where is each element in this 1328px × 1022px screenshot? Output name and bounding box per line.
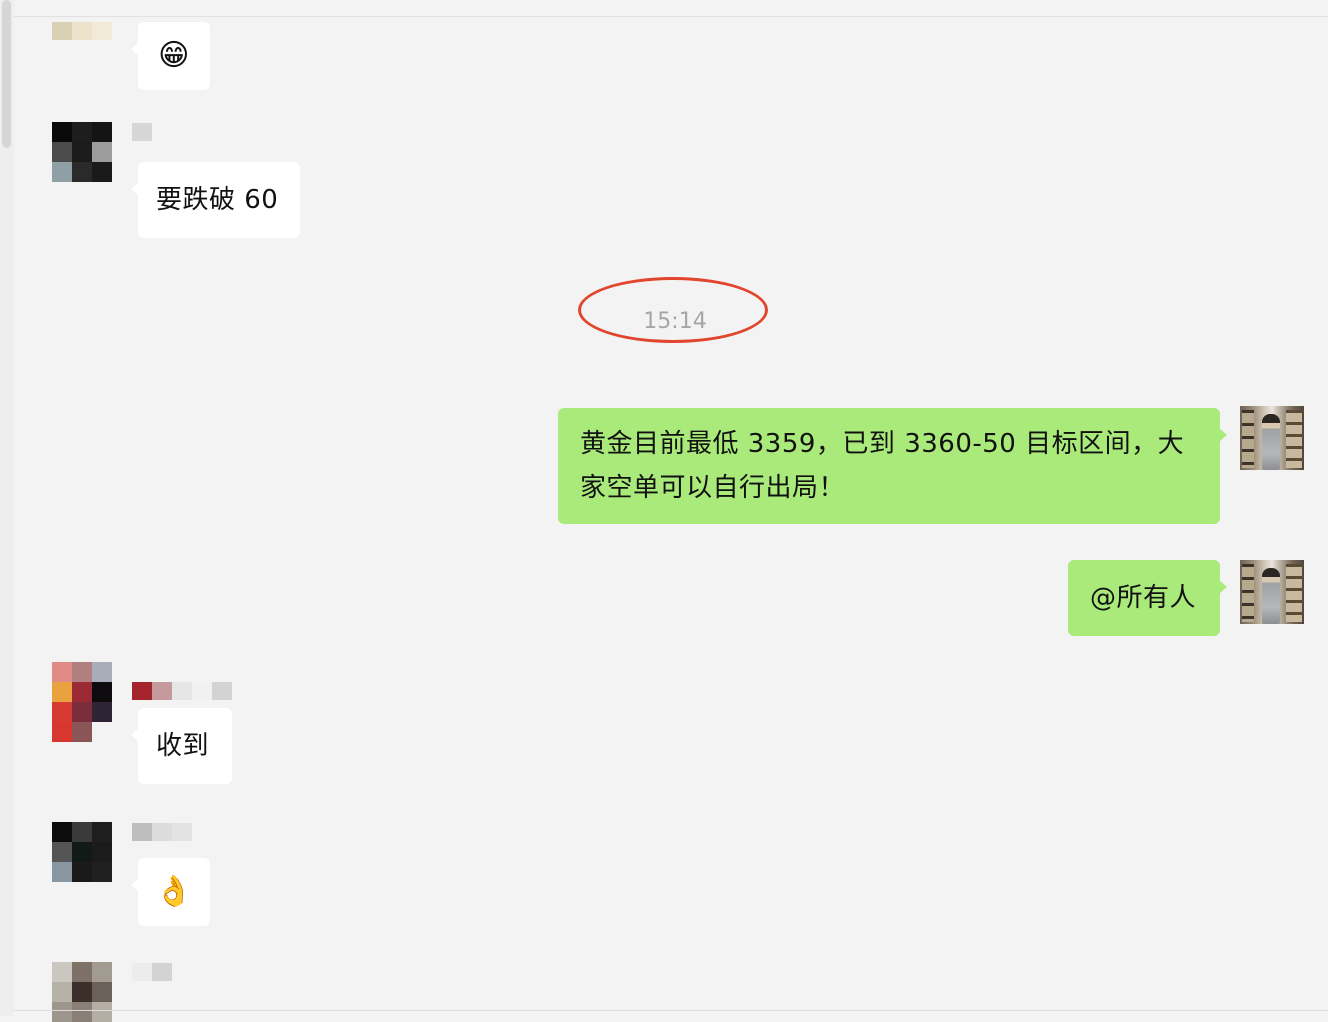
sender-name-blurred	[132, 682, 232, 700]
scrollbar-thumb[interactable]	[2, 0, 11, 148]
sender-name-blurred	[132, 823, 192, 841]
message-bubble-outgoing[interactable]: 黄金目前最低 3359，已到 3360-50 目标区间，大 家空单可以自行出局！	[558, 408, 1227, 524]
message-bubble-mention[interactable]: @所有人	[1068, 560, 1227, 636]
mention-text: @所有人	[1090, 583, 1197, 613]
input-area-divider	[14, 1010, 1328, 1011]
grinning-face-icon: 😁	[158, 38, 190, 73]
top-divider	[14, 16, 1328, 17]
sender-avatar[interactable]	[52, 122, 112, 182]
message-bubble-text[interactable]: 收到	[131, 708, 232, 784]
my-avatar[interactable]	[1240, 406, 1304, 470]
sender-name-blurred	[132, 123, 152, 141]
message-bubble-emoji[interactable]: 😁	[131, 22, 210, 90]
sender-avatar[interactable]	[52, 662, 112, 742]
ok-hand-icon: 👌	[155, 874, 193, 909]
message-bubble-emoji[interactable]: 👌	[131, 858, 210, 926]
chat-message-area[interactable]: 😁 要跌破 60 15:14 黄金目前最低 3359，已到 3360-50 目标…	[0, 0, 1328, 1022]
message-text: 收到	[156, 731, 210, 761]
message-text-line1: 黄金目前最低 3359，已到 3360-50 目标区间，大	[580, 429, 1185, 459]
message-bubble-text[interactable]: 要跌破 60	[131, 162, 300, 238]
sender-avatar[interactable]	[52, 822, 112, 882]
my-avatar[interactable]	[1240, 560, 1304, 624]
scrollbar-track[interactable]	[0, 0, 14, 1016]
message-text: 要跌破 60	[156, 185, 279, 215]
sender-avatar[interactable]	[52, 962, 112, 1022]
message-text-line2: 家空单可以自行出局！	[580, 473, 846, 503]
sender-name-blurred	[132, 963, 172, 981]
highlight-circle	[578, 277, 768, 343]
sender-avatar-partial[interactable]	[52, 22, 112, 42]
